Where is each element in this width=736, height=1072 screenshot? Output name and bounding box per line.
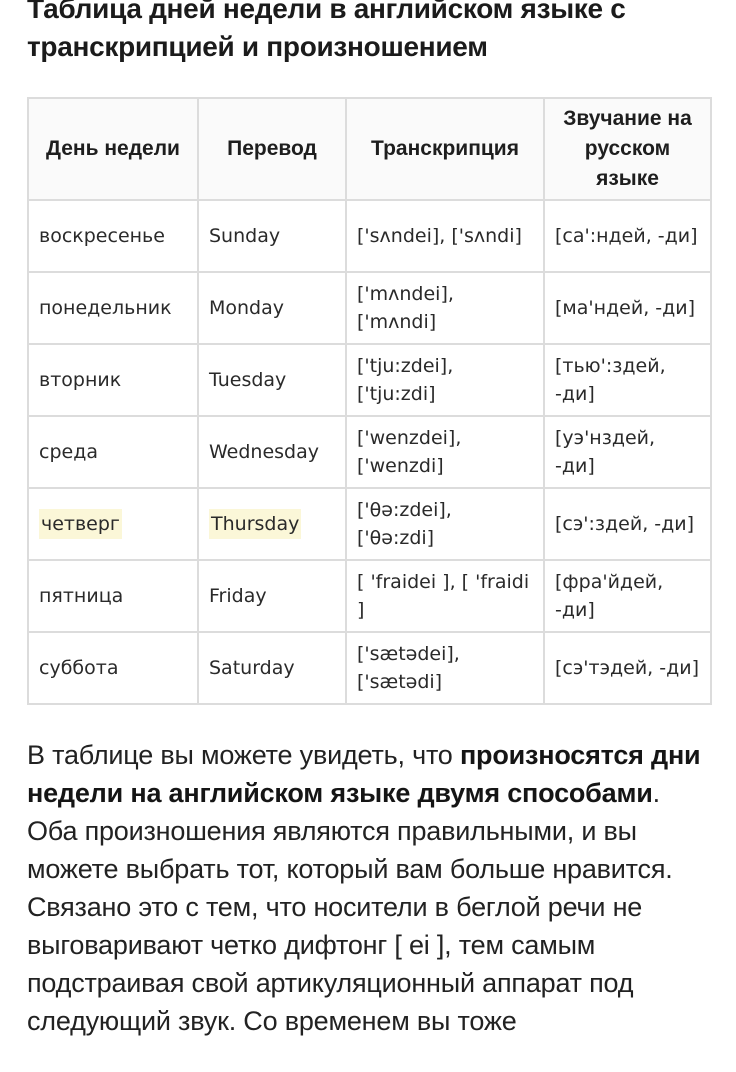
- cell-english-day: Saturday: [197, 631, 347, 705]
- cell-transcription-text: ['mʌndei], ['mʌndi]: [357, 283, 454, 333]
- cell-transcription-text: ['sætədei], ['sætədi]: [357, 643, 460, 693]
- cell-english-day-text: Friday: [209, 585, 267, 607]
- cell-russian-sound-text: [тью':здей, -ди]: [555, 355, 666, 405]
- cell-transcription: ['wenzdei], ['wenzdi]: [345, 415, 545, 489]
- cell-russian-day: понедельник: [27, 271, 199, 345]
- cell-russian-day: четверг: [27, 487, 199, 561]
- cell-transcription-text: ['θə:zdei], ['θə:zdi]: [357, 499, 452, 549]
- cell-transcription: ['mʌndei], ['mʌndi]: [345, 271, 545, 345]
- cell-russian-day: пятница: [27, 559, 199, 633]
- cell-russian-sound-text: [сэ':здей, -ди]: [555, 513, 695, 535]
- cell-russian-sound-text: [сэ'тэдей, -ди]: [555, 657, 700, 679]
- cell-transcription-text: ['tju:zdei], ['tju:zdi]: [357, 355, 454, 405]
- cell-english-day-text: Thursday: [209, 509, 302, 539]
- cell-russian-sound: [са':ндей, -ди]: [543, 199, 712, 273]
- cell-russian-day: воскресенье: [27, 199, 199, 273]
- cell-russian-sound-text: [уэ'нздей, -ди]: [555, 427, 656, 477]
- cell-russian-sound: [сэ':здей, -ди]: [543, 487, 712, 561]
- table-row: суббота Saturday ['sætədei], ['sætədi] [сэ'…: [27, 631, 712, 705]
- table-row: вторник Tuesday ['tju:zdei], ['tju:zdi] [ть…: [27, 343, 712, 417]
- cell-english-day: Tuesday: [197, 343, 347, 417]
- table-header-row: День недели Перевод Транскрипция Звучани…: [27, 97, 712, 201]
- table-row: среда Wednesday ['wenzdei], ['wenzdi] [уэ'н…: [27, 415, 712, 489]
- cell-russian-sound-text: [са':ндей, -ди]: [555, 225, 698, 247]
- explanation-paragraph: В таблице вы можете увидеть, что произно…: [27, 736, 717, 1040]
- table-row: четверг Thursday ['θə:zdei], ['θə:zdi] [сэ'…: [27, 487, 712, 561]
- cell-russian-day-text: четверг: [39, 509, 122, 539]
- cell-russian-sound: [фра'йдей, -ди]: [543, 559, 712, 633]
- cell-english-day: Wednesday: [197, 415, 347, 489]
- cell-transcription: ['sætədei], ['sætədi]: [345, 631, 545, 705]
- header-transcription: Транскрипция: [345, 97, 545, 201]
- cell-transcription: ['tju:zdei], ['tju:zdi]: [345, 343, 545, 417]
- cell-transcription: ['θə:zdei], ['θə:zdi]: [345, 487, 545, 561]
- cell-russian-day: среда: [27, 415, 199, 489]
- table-row: воскресенье Sunday ['sʌndei], ['sʌndi] [са'…: [27, 199, 712, 273]
- cell-russian-sound-text: [ма'ндей, -ди]: [555, 297, 696, 319]
- page-title: Таблица дней недели в английском языке с…: [27, 0, 626, 62]
- paragraph-text-2: . Оба произношения являются правильными,…: [27, 778, 673, 1036]
- cell-english-day-text: Saturday: [209, 657, 295, 679]
- cell-russian-day: вторник: [27, 343, 199, 417]
- cell-transcription-text: ['sʌndei], ['sʌndi]: [357, 225, 522, 247]
- cell-english-day-text: Wednesday: [209, 441, 320, 463]
- cell-russian-sound: [сэ'тэдей, -ди]: [543, 631, 712, 705]
- cell-russian-sound: [тью':здей, -ди]: [543, 343, 712, 417]
- cell-english-day-text: Monday: [209, 297, 285, 319]
- days-of-week-table: День недели Перевод Транскрипция Звучани…: [27, 97, 712, 705]
- table-body: воскресенье Sunday ['sʌndei], ['sʌndi] [са'…: [27, 199, 712, 705]
- cell-russian-day: суббота: [27, 631, 199, 705]
- cell-russian-day-text: суббота: [39, 657, 119, 679]
- cell-transcription-text: [ 'fraidei ], [ 'fraidi ]: [357, 571, 530, 621]
- cell-english-day: Thursday: [197, 487, 347, 561]
- cell-russian-day-text: понедельник: [39, 297, 172, 319]
- cell-transcription: ['sʌndei], ['sʌndi]: [345, 199, 545, 273]
- cell-russian-sound: [уэ'нздей, -ди]: [543, 415, 712, 489]
- cell-russian-day-text: пятница: [39, 585, 124, 607]
- table-row: пятница Friday [ 'fraidei ], [ 'fraidi ] [ф…: [27, 559, 712, 633]
- cell-russian-day-text: вторник: [39, 369, 122, 391]
- cell-russian-day-text: среда: [39, 441, 98, 463]
- cell-russian-sound-text: [фра'йдей, -ди]: [555, 571, 664, 621]
- cell-russian-sound: [ма'ндей, -ди]: [543, 271, 712, 345]
- cell-english-day-text: Tuesday: [209, 369, 287, 391]
- header-sound: Звучание на русском языке: [543, 97, 712, 201]
- header-translation: Перевод: [197, 97, 347, 201]
- header-day: День недели: [27, 97, 199, 201]
- cell-transcription-text: ['wenzdei], ['wenzdi]: [357, 427, 462, 477]
- cell-english-day: Sunday: [197, 199, 347, 273]
- cell-english-day: Monday: [197, 271, 347, 345]
- table-row: понедельник Monday ['mʌndei], ['mʌndi] [ма'…: [27, 271, 712, 345]
- cell-english-day-text: Sunday: [209, 225, 281, 247]
- cell-transcription: [ 'fraidei ], [ 'fraidi ]: [345, 559, 545, 633]
- paragraph-text-1: В таблице вы можете увидеть, что: [27, 740, 460, 770]
- cell-english-day: Friday: [197, 559, 347, 633]
- cell-russian-day-text: воскресенье: [39, 225, 165, 247]
